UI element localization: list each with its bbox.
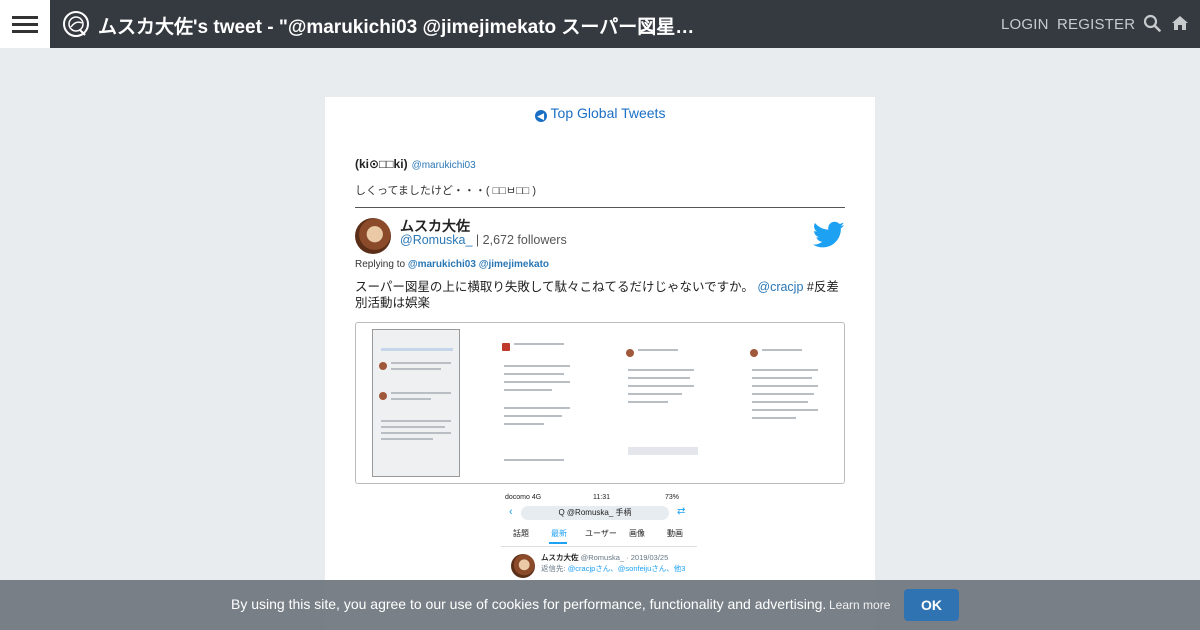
thumbnail-text-line (381, 420, 451, 422)
gallery-thumbnail[interactable] (372, 329, 460, 477)
thumbnail-text-line (628, 385, 694, 387)
thumbnail-text-line (762, 349, 802, 351)
screenshot-reply-mentions: @cracjpさん、@sonfeijuさん、他3 (567, 564, 686, 573)
thumbnail-text-line (504, 381, 570, 383)
author-handle[interactable]: @Romuska_ (400, 233, 472, 247)
screenshot-reply-line: 返信先: @cracjpさん、@sonfeijuさん、他3 (541, 563, 685, 574)
thumbnail-text-line (628, 393, 682, 395)
divider (501, 546, 697, 547)
active-tab-underline (549, 542, 567, 544)
clock-label: 11:31 (593, 494, 610, 501)
screenshot-reply-prefix: 返信先: (541, 564, 566, 573)
thumbnail-logo (502, 343, 510, 351)
parent-author-handle[interactable]: @marukichi03 (412, 160, 476, 171)
search-icon[interactable] (1143, 14, 1161, 32)
login-link[interactable]: LOGIN (1001, 16, 1049, 33)
thumbnail-text-line (752, 409, 818, 411)
tweet-text: スーパー図星の上に横取り失敗して駄々こねてるだけじゃないですか。 @cracjp… (355, 279, 847, 311)
thumbnail-text-line (752, 401, 808, 403)
thumbnail-text-line (381, 426, 445, 428)
screenshot-tab: 最新 (551, 529, 567, 538)
learn-more-link[interactable]: Learn more (829, 598, 890, 612)
back-link-label: Top Global Tweets (550, 105, 666, 121)
tweet-text-main: スーパー図星の上に横取り失敗して駄々こねてるだけじゃないですか。 (355, 280, 754, 294)
thumbnail-text-line (391, 362, 451, 364)
replying-label: Replying to (355, 259, 406, 270)
page-title: ムスカ大佐's tweet - "@marukichi03 @jimejimek… (98, 17, 708, 38)
thumbnail-text-line (381, 432, 451, 434)
thumbnail-text-line (752, 369, 818, 371)
parent-tweet: (ki⊙□□ki) @marukichi03 しくってましたけど・・・( □□ㅂ□… (355, 155, 845, 197)
thumbnail-avatar (750, 349, 758, 357)
top-global-tweets-link[interactable]: ◀ Top Global Tweets (325, 105, 875, 122)
screenshot-tab: 動画 (667, 529, 683, 538)
thumbnail-search-bar (381, 348, 453, 351)
cookie-ok-button[interactable]: OK (904, 589, 959, 621)
thumbnail-text-line (391, 368, 441, 370)
thumbnail-avatar (626, 349, 634, 357)
screenshot-tweet-author: ムスカ大佐 @Romuska_ · 2019/03/25 (541, 552, 668, 563)
author-meta: @Romuska_ | 2,672 followers (400, 233, 567, 247)
screenshot-search-field: Q @Romuska_ 手柄 (521, 506, 669, 520)
parent-tweet-text: しくってましたけど・・・( □□ㅂ□□ ) (355, 185, 537, 197)
home-icon[interactable] (1171, 14, 1189, 32)
thumbnail-avatar (379, 392, 387, 400)
thumbnail-text-line (628, 401, 668, 403)
cookie-message: By using this site, you agree to our use… (231, 596, 827, 612)
site-logo-icon[interactable] (62, 10, 90, 38)
thumbnail-text-line (504, 423, 544, 425)
screenshot-avatar (511, 554, 535, 578)
thumbnail-text-line (752, 417, 796, 419)
tweet-mention-link[interactable]: @cracjp (757, 280, 803, 294)
screenshot-tab: 画像 (629, 529, 645, 538)
screenshot-tab: ユーザー (585, 529, 617, 538)
avatar[interactable] (355, 218, 391, 254)
thumbnail-text-line (381, 438, 433, 440)
chevron-left-icon: ‹ (509, 506, 513, 518)
gallery-thumbnail[interactable] (620, 329, 708, 477)
thumbnail-text-line (504, 373, 564, 375)
arrow-left-circle-icon: ◀ (534, 110, 547, 122)
thumbnail-text-line (504, 459, 564, 461)
cookie-banner: By using this site, you agree to our use… (0, 580, 1200, 630)
hamburger-menu-button[interactable] (0, 0, 50, 48)
screenshot-tab: 話題 (513, 529, 529, 538)
thumbnail-text-line (504, 365, 570, 367)
gallery-thumbnail[interactable] (496, 329, 584, 477)
thumbnail-text-line (628, 377, 690, 379)
register-link[interactable]: REGISTER (1057, 16, 1135, 33)
screenshot-handle-date: @Romuska_ · 2019/03/25 (580, 553, 669, 562)
thumbnail-text-line (752, 385, 818, 387)
battery-label: 73% (665, 494, 680, 501)
replying-to: Replying to @marukichi03 @jimejimekato (355, 259, 549, 270)
thumbnail-text-line (504, 407, 570, 409)
menu-bar (12, 30, 38, 33)
thumbnail-avatar (379, 362, 387, 370)
thumbnail-text-line (752, 393, 814, 395)
thumbnail-text-line (638, 349, 678, 351)
thumbnail-text-line (504, 415, 562, 417)
reply-mentions[interactable]: @marukichi03 @jimejimekato (408, 259, 549, 270)
filter-icon: ⇄ (677, 506, 686, 517)
parent-author-name: (ki⊙□□ki) (355, 157, 408, 171)
thumbnail-text-line (504, 389, 552, 391)
divider (355, 207, 845, 208)
carrier-label: docomo 4G (505, 494, 542, 501)
twitter-bird-icon[interactable] (813, 221, 845, 249)
image-gallery (355, 322, 845, 484)
thumbnail-text-line (391, 392, 451, 394)
thumbnail-text-line (628, 369, 694, 371)
followers-count: | 2,672 followers (475, 233, 567, 247)
thumbnail-text-line (514, 343, 564, 345)
gallery-thumbnail[interactable] (744, 329, 832, 477)
top-navbar: ムスカ大佐's tweet - "@marukichi03 @jimejimek… (0, 0, 1200, 48)
thumbnail-text-line (752, 377, 812, 379)
tweet-card: ◀ Top Global Tweets (ki⊙□□ki) @marukichi03… (325, 97, 875, 630)
thumbnail-bottom-bar (628, 447, 698, 455)
menu-bar (12, 23, 38, 26)
thumbnail-text-line (391, 398, 431, 400)
screenshot-author-name: ムスカ大佐 (541, 553, 579, 562)
menu-bar (12, 16, 38, 19)
